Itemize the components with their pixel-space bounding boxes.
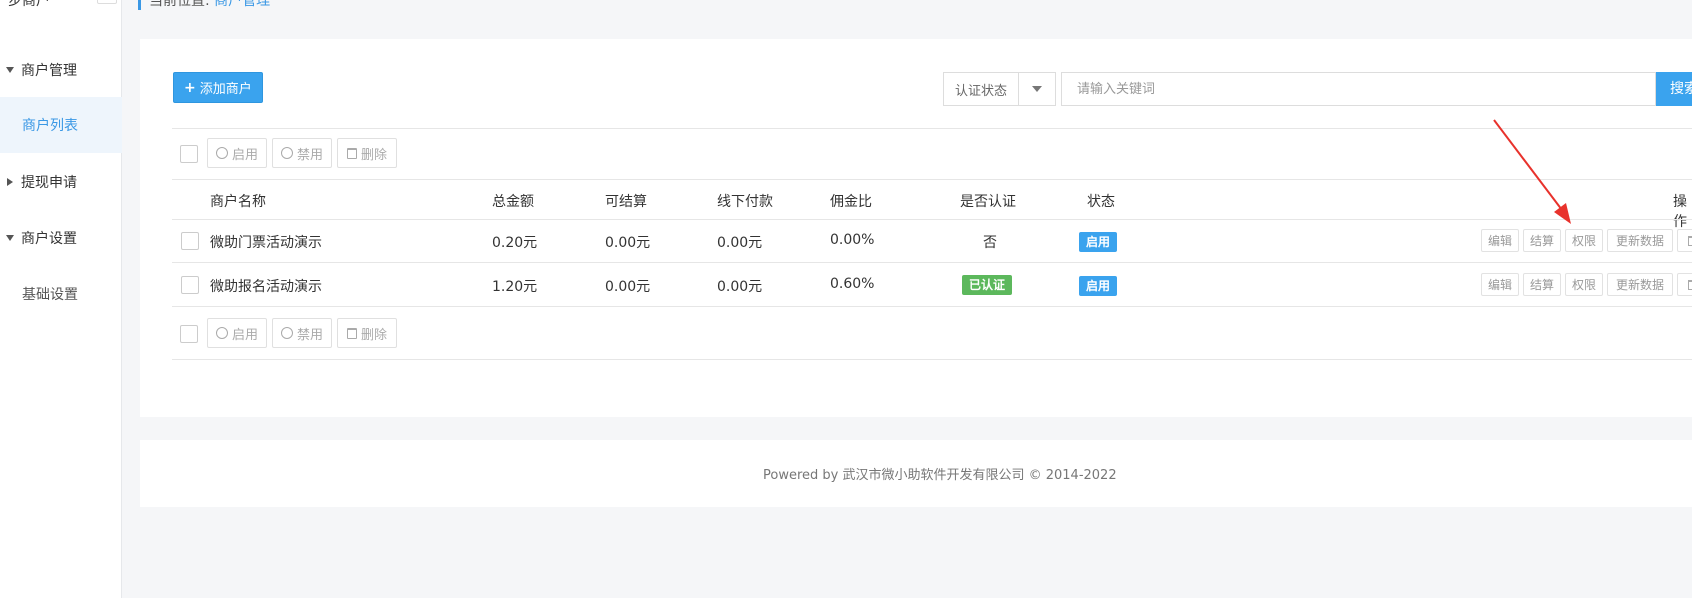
check-circle-icon — [215, 327, 228, 339]
bulk-enable-button[interactable]: 启用 — [207, 318, 267, 348]
bulk-delete-label: 删除 — [360, 147, 387, 163]
divider — [172, 128, 1692, 129]
settle-button[interactable]: 结算 — [1523, 273, 1561, 296]
cell-commission: 0.60% — [830, 276, 875, 292]
sidebar-group-merchant-settings[interactable]: 商户设置 — [0, 216, 122, 260]
delete-row-button[interactable] — [1677, 273, 1692, 296]
status-badge: 启用 — [1079, 232, 1118, 252]
sidebar-item-label: 基础设置 — [22, 287, 78, 303]
check-circle-icon — [280, 327, 293, 339]
sidebar-item-basic-settings[interactable]: 基础设置 — [0, 266, 122, 322]
update-data-button[interactable]: 更新数据 — [1607, 273, 1673, 296]
sidebar: 步商户 商户管理 商户列表 提现申请 商户设置 基础设置 — [0, 0, 122, 598]
divider — [172, 306, 1692, 307]
divider — [172, 219, 1692, 220]
sidebar-item-label: 商户列表 — [22, 118, 78, 134]
caret-down-icon — [6, 235, 14, 241]
sidebar-header: 步商户 — [0, 0, 122, 20]
col-header-actions: 操作 — [1673, 194, 1687, 230]
trash-icon — [1687, 235, 1692, 246]
bulk-enable-button[interactable]: 启用 — [207, 138, 267, 168]
caret-right-icon — [7, 178, 13, 186]
update-data-button[interactable]: 更新数据 — [1607, 229, 1673, 252]
trash-icon — [346, 327, 357, 339]
sidebar-group-merchant-management[interactable]: 商户管理 — [0, 48, 122, 92]
cell-total: 0.20元 — [492, 235, 538, 251]
sidebar-group-withdraw[interactable]: 提现申请 — [0, 160, 122, 204]
sidebar-group-label: 商户管理 — [21, 63, 77, 79]
cell-name: 微助门票活动演示 — [210, 235, 322, 251]
sidebar-item-merchant-list[interactable]: 商户列表 — [0, 97, 122, 153]
cell-verified: 否 — [983, 235, 997, 251]
chevron-down-icon — [1032, 86, 1043, 92]
breadcrumb: 当前位置: 商户管理 — [138, 0, 270, 10]
select-all-checkbox[interactable] — [180, 325, 198, 343]
main-card: + 添加商户 认证状态 搜索 启用 禁用 删除 商户名称 总金额 可结算 线下付… — [140, 39, 1692, 417]
footer-copyright: Powered by 武汉市微小助软件开发有限公司 © 2014-2022 — [763, 468, 1117, 483]
bulk-disable-button[interactable]: 禁用 — [272, 318, 332, 348]
row-checkbox[interactable] — [181, 232, 199, 250]
bulk-disable-label: 禁用 — [296, 327, 323, 343]
cell-total: 1.20元 — [492, 279, 538, 295]
trash-icon — [346, 147, 357, 159]
edit-button[interactable]: 编辑 — [1481, 273, 1519, 296]
search-button[interactable]: 搜索 — [1656, 72, 1692, 106]
add-merchant-label: 添加商户 — [199, 82, 252, 97]
bulk-delete-label: 删除 — [360, 327, 387, 343]
bulk-enable-label: 启用 — [231, 327, 258, 343]
cell-settle: 0.00元 — [605, 235, 651, 251]
col-header-status: 状态 — [1087, 194, 1115, 210]
breadcrumb-current[interactable]: 商户管理 — [214, 0, 270, 9]
bulk-disable-label: 禁用 — [296, 147, 323, 163]
caret-down-icon — [6, 67, 14, 73]
plus-icon: + — [184, 79, 196, 96]
cell-commission: 0.00% — [830, 232, 875, 248]
filter-dropdown-toggle[interactable] — [1018, 73, 1055, 105]
cell-offline: 0.00元 — [717, 279, 763, 295]
col-header-offline: 线下付款 — [717, 194, 773, 210]
sidebar-group-label: 提现申请 — [21, 175, 77, 191]
col-header-total: 总金额 — [492, 194, 534, 210]
col-header-commission: 佣金比 — [830, 194, 872, 210]
permission-button[interactable]: 权限 — [1565, 229, 1603, 252]
footer: Powered by 武汉市微小助软件开发有限公司 © 2014-2022 — [140, 440, 1692, 507]
status-badge: 启用 — [1079, 276, 1118, 296]
check-circle-icon — [215, 147, 228, 159]
bulk-delete-button[interactable]: 删除 — [337, 318, 397, 348]
sidebar-group-label: 商户设置 — [21, 231, 77, 247]
bulk-enable-label: 启用 — [231, 147, 258, 163]
settle-button[interactable]: 结算 — [1523, 229, 1561, 252]
cell-settle: 0.00元 — [605, 279, 651, 295]
filter-label: 认证状态 — [955, 83, 1008, 99]
cell-offline: 0.00元 — [717, 235, 763, 251]
delete-row-button[interactable] — [1677, 229, 1692, 252]
bulk-delete-button[interactable]: 删除 — [337, 138, 397, 168]
verified-badge: 已认证 — [962, 275, 1013, 295]
row-checkbox[interactable] — [181, 276, 199, 294]
breadcrumb-prefix: 当前位置: — [149, 0, 210, 9]
verify-status-select[interactable]: 认证状态 — [943, 72, 1056, 106]
cell-name: 微助报名活动演示 — [210, 279, 322, 295]
col-header-verified: 是否认证 — [960, 194, 1016, 210]
add-merchant-button[interactable]: + 添加商户 — [173, 72, 263, 103]
trash-icon — [1687, 279, 1692, 290]
sidebar-toggle-button[interactable] — [97, 0, 117, 4]
check-circle-icon — [280, 147, 293, 159]
divider — [172, 262, 1692, 263]
select-all-checkbox[interactable] — [180, 145, 198, 163]
search-input[interactable] — [1061, 72, 1656, 106]
permission-button[interactable]: 权限 — [1565, 273, 1603, 296]
bulk-disable-button[interactable]: 禁用 — [272, 138, 332, 168]
divider — [172, 179, 1692, 180]
edit-button[interactable]: 编辑 — [1481, 229, 1519, 252]
divider — [172, 359, 1692, 360]
sidebar-title: 步商户 — [8, 0, 50, 9]
col-header-name: 商户名称 — [210, 194, 266, 210]
col-header-settle: 可结算 — [605, 194, 647, 210]
